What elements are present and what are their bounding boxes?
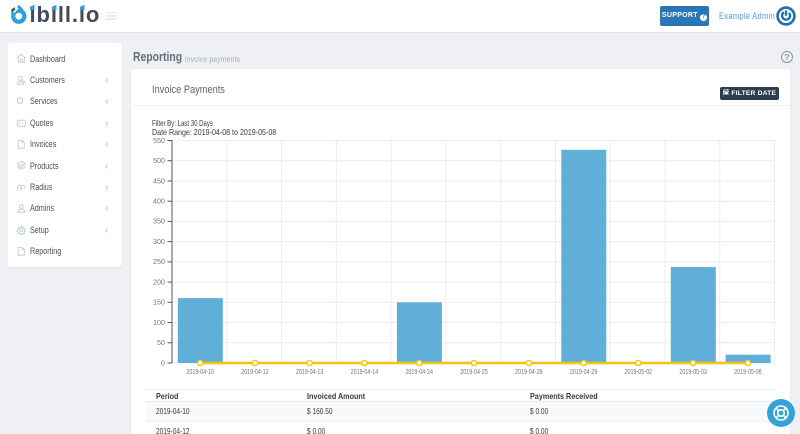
svg-text:2019-05-03: 2019-05-03 — [679, 369, 707, 376]
svg-text:2019-04-29: 2019-04-29 — [570, 369, 598, 376]
svg-text:2019-04-13: 2019-04-13 — [296, 369, 324, 376]
svg-text:2019-04-28: 2019-04-28 — [515, 369, 543, 376]
svg-text:300: 300 — [153, 239, 165, 246]
svg-text:2019-04-10: 2019-04-10 — [186, 369, 214, 376]
svg-text:450: 450 — [153, 178, 165, 185]
svg-text:50: 50 — [157, 340, 165, 347]
svg-text:250: 250 — [153, 259, 165, 266]
svg-text:400: 400 — [153, 199, 165, 206]
svg-text:2019-04-25: 2019-04-25 — [460, 369, 488, 376]
svg-text:200: 200 — [153, 279, 165, 286]
svg-text:550: 550 — [153, 138, 165, 145]
svg-text:100: 100 — [153, 320, 165, 327]
svg-text:2019-04-24: 2019-04-24 — [405, 369, 433, 376]
svg-text:350: 350 — [153, 219, 165, 226]
svg-text:0: 0 — [161, 360, 165, 367]
svg-text:2019-05-02: 2019-05-02 — [625, 369, 653, 376]
svg-text:2019-04-12: 2019-04-12 — [241, 369, 269, 376]
svg-text:150: 150 — [153, 300, 165, 307]
svg-text:500: 500 — [153, 158, 165, 165]
svg-text:2019-05-06: 2019-05-06 — [734, 369, 762, 376]
svg-text:2019-04-14: 2019-04-14 — [351, 369, 379, 376]
